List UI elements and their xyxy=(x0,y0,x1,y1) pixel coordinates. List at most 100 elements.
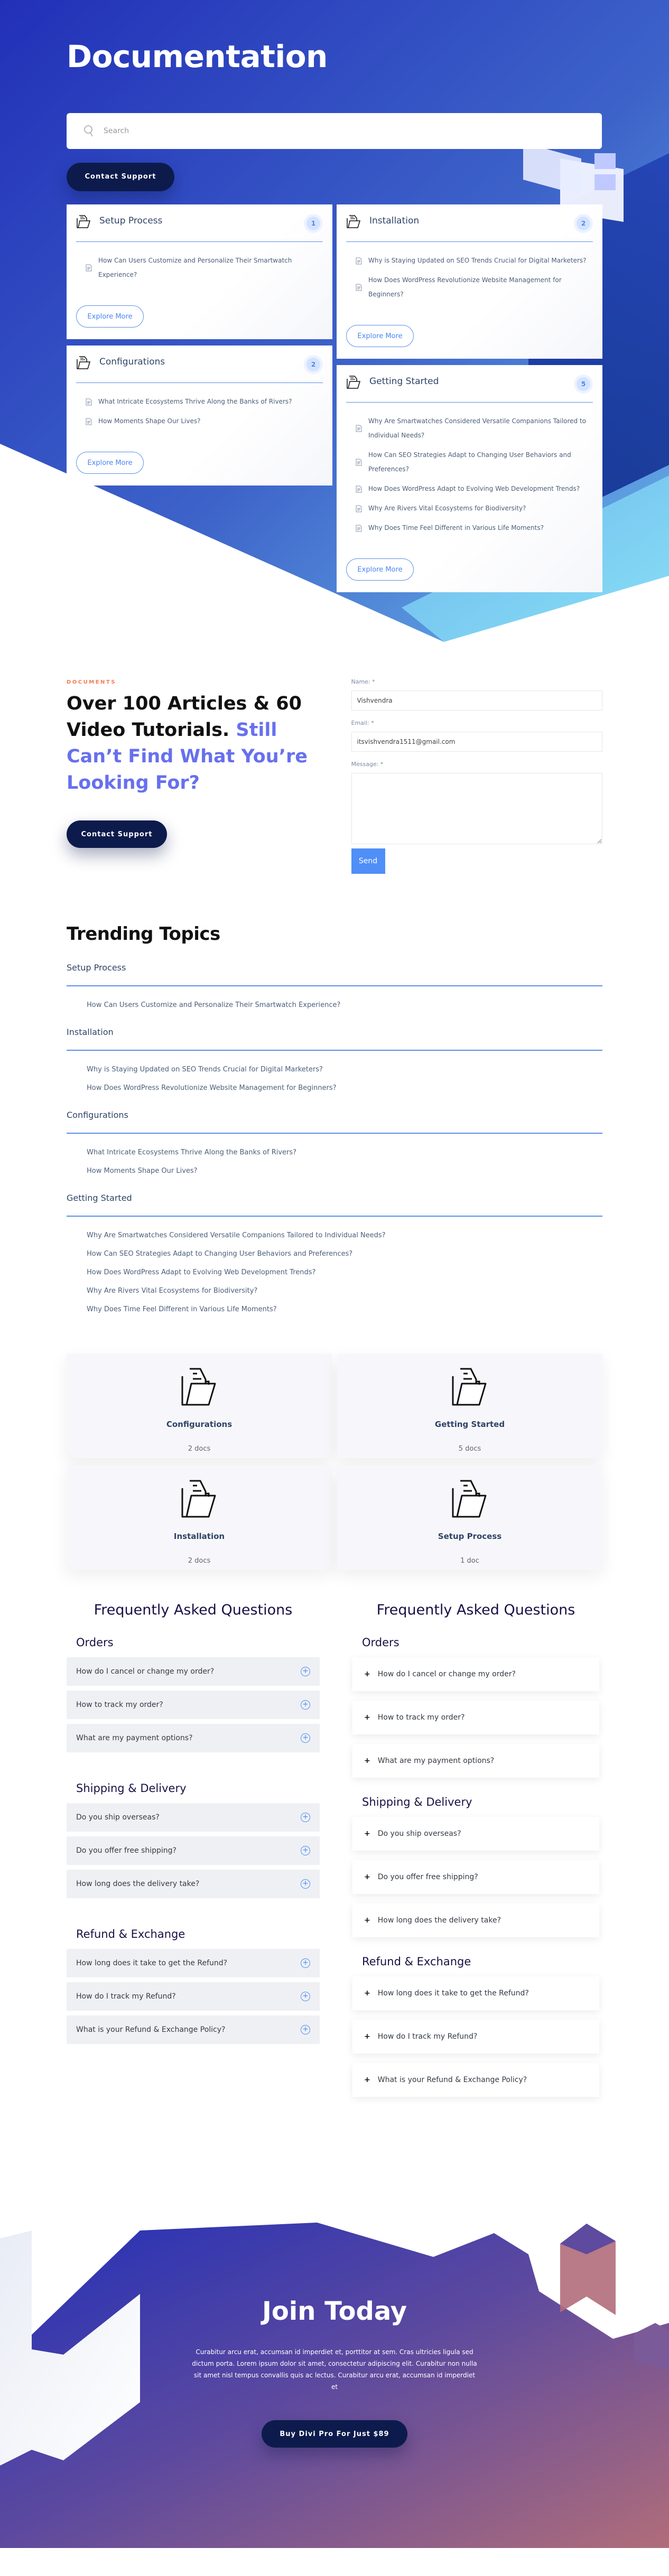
faq-toggle[interactable]: Do you ship overseas? + xyxy=(67,1803,320,1832)
section-eyebrow: DOCUMENTS xyxy=(67,679,116,685)
contact-support-button[interactable]: Contact Support xyxy=(67,162,174,191)
search-input[interactable] xyxy=(104,126,570,135)
divider xyxy=(76,241,323,242)
trending-category[interactable]: Configurations xyxy=(67,1105,602,1120)
article-link[interactable]: Why Does Time Feel Different in Various … xyxy=(368,521,544,535)
article-link[interactable]: Why Are Smartwatches Considered Versatil… xyxy=(368,414,593,443)
article-count-badge: 1 xyxy=(304,214,323,233)
explore-more-button[interactable]: Explore More xyxy=(76,452,144,474)
plus-circle-icon[interactable]: + xyxy=(301,1667,310,1676)
article-link[interactable]: Why Does Time Feel Different in Various … xyxy=(87,1305,277,1313)
plus-circle-icon[interactable]: + xyxy=(301,1700,310,1710)
article-link[interactable]: How Can Users Customize and Personalize … xyxy=(87,1001,340,1009)
faq-accordion-item[interactable]: + How long does the delivery take? xyxy=(352,1903,599,1937)
faq-question: How to track my order? xyxy=(377,1713,465,1722)
faq-toggle[interactable]: What are my payment options? + xyxy=(67,1724,320,1752)
document-icon xyxy=(356,425,362,432)
explore-more-button[interactable]: Explore More xyxy=(346,558,414,581)
article-list-item: How Does WordPress Adapt to Evolving Web… xyxy=(356,482,593,496)
faq-title: Frequently Asked Questions xyxy=(376,1602,575,1618)
article-link[interactable]: Why is Staying Updated on SEO Trends Cru… xyxy=(87,1066,323,1074)
article-link[interactable]: How Can SEO Strategies Adapt to Changing… xyxy=(368,448,593,477)
faq-toggle[interactable]: How do I track my Refund? + xyxy=(67,1982,320,2011)
category-tile[interactable]: Configurations 2 docs xyxy=(67,1354,332,1458)
faq-toggle[interactable]: How to track my order? + xyxy=(67,1691,320,1719)
article-link[interactable]: Why is Staying Updated on SEO Trends Cru… xyxy=(368,254,587,268)
document-icon xyxy=(356,525,362,531)
faq-accordion-item[interactable]: + How do I cancel or change my order? xyxy=(352,1657,599,1691)
faq-toggle[interactable]: How long does the delivery take? + xyxy=(67,1870,320,1898)
faq-accordion-item[interactable]: + Do you offer free shipping? xyxy=(352,1860,599,1894)
faq-question: How do I track my Refund? xyxy=(76,1992,176,2001)
plus-circle-icon[interactable]: + xyxy=(301,1958,310,1968)
article-link[interactable]: What Intricate Ecosystems Thrive Along t… xyxy=(98,395,292,409)
faq-accordion-item[interactable]: + How to track my order? xyxy=(352,1701,599,1734)
contact-support-button[interactable]: Contact Support xyxy=(67,820,167,848)
article-link[interactable]: How Moments Shape Our Lives? xyxy=(87,1167,198,1175)
article-link[interactable]: How Does WordPress Revolutionize Website… xyxy=(368,273,593,302)
name-field[interactable] xyxy=(351,690,602,711)
trending-category[interactable]: Getting Started xyxy=(67,1188,602,1203)
faq-accordion-item[interactable]: + How long does it take to get the Refund… xyxy=(352,1976,599,2010)
article-link[interactable]: How Does WordPress Revolutionize Website… xyxy=(87,1084,337,1092)
plus-circle-icon[interactable]: + xyxy=(301,1992,310,2001)
trending-article: How Can SEO Strategies Adapt to Changing… xyxy=(87,1248,602,1258)
article-link[interactable]: Why Are Smartwatches Considered Versatil… xyxy=(87,1231,386,1239)
trending-article: Why Does Time Feel Different in Various … xyxy=(87,1303,602,1313)
article-link[interactable]: How Can Users Customize and Personalize … xyxy=(98,254,323,282)
article-list-item: How Does WordPress Revolutionize Website… xyxy=(356,273,593,302)
card-title[interactable]: Getting Started xyxy=(369,376,439,387)
folder-icon xyxy=(452,1480,487,1518)
buy-divi-pro-button[interactable]: Buy Divi Pro For Just $89 xyxy=(262,2420,407,2448)
category-tile[interactable]: Getting Started 5 docs xyxy=(337,1354,602,1458)
faq-question: How do I cancel or change my order? xyxy=(377,1670,516,1678)
doc-category-card: Installation 2 Why is Staying Updated on… xyxy=(337,204,602,359)
trending-category[interactable]: Installation xyxy=(67,1022,602,1037)
category-tile[interactable]: Setup Process 1 doc xyxy=(337,1466,602,1570)
article-link[interactable]: Why Are Rivers Vital Ecosystems for Biod… xyxy=(87,1287,257,1295)
plus-icon: + xyxy=(364,2032,370,2041)
article-link[interactable]: What Intricate Ecosystems Thrive Along t… xyxy=(87,1149,296,1156)
plus-circle-icon[interactable]: + xyxy=(301,1733,310,1743)
article-link[interactable]: Why Are Rivers Vital Ecosystems for Biod… xyxy=(368,501,526,516)
message-field[interactable] xyxy=(351,773,602,844)
card-title[interactable]: Setup Process xyxy=(99,216,162,226)
faq-toggle[interactable]: What is your Refund & Exchange Policy? + xyxy=(67,2015,320,2044)
send-button[interactable]: Send xyxy=(351,848,385,874)
faq-accordion-item[interactable]: + Do you ship overseas? xyxy=(352,1817,599,1851)
article-link[interactable]: How Does WordPress Adapt to Evolving Web… xyxy=(368,482,580,496)
faq-toggle[interactable]: Do you offer free shipping? + xyxy=(67,1836,320,1865)
plus-icon: + xyxy=(364,1873,370,1881)
card-title[interactable]: Configurations xyxy=(99,357,165,367)
faq-toggle[interactable]: How long does it take to get the Refund?… xyxy=(67,1949,320,1977)
divider xyxy=(67,985,602,986)
faq-accordion-item[interactable]: + How do I track my Refund? xyxy=(352,2020,599,2054)
explore-more-button[interactable]: Explore More xyxy=(76,305,144,328)
faq-accordion-item[interactable]: + What is your Refund & Exchange Policy? xyxy=(352,2063,599,2097)
document-icon xyxy=(356,459,362,466)
document-icon xyxy=(86,418,92,425)
faq-toggle[interactable]: How do I cancel or change my order? + xyxy=(67,1657,320,1686)
trending-article-list: What Intricate Ecosystems Thrive Along t… xyxy=(67,1146,602,1175)
article-list-item: What Intricate Ecosystems Thrive Along t… xyxy=(86,395,323,409)
article-link[interactable]: How Can SEO Strategies Adapt to Changing… xyxy=(87,1250,352,1258)
email-field[interactable] xyxy=(351,732,602,752)
faq-accordion-item[interactable]: + What are my payment options? xyxy=(352,1744,599,1778)
trending-category[interactable]: Setup Process xyxy=(67,957,602,973)
faq-question: Do you ship overseas? xyxy=(76,1813,160,1822)
hero-section: Documentation Contact Support Setup Proc… xyxy=(0,0,669,655)
plus-circle-icon[interactable]: + xyxy=(301,1846,310,1855)
category-tile[interactable]: Installation 2 docs xyxy=(67,1466,332,1570)
plus-circle-icon[interactable]: + xyxy=(301,1813,310,1822)
tile-title: Setup Process xyxy=(438,1532,502,1541)
faq-question: How to track my order? xyxy=(76,1701,163,1709)
plus-circle-icon[interactable]: + xyxy=(301,1879,310,1889)
doc-cards-right-column: Installation 2 Why is Staying Updated on… xyxy=(337,204,602,599)
card-title[interactable]: Installation xyxy=(369,216,419,226)
document-icon xyxy=(356,284,362,291)
explore-more-button[interactable]: Explore More xyxy=(346,325,414,347)
article-link[interactable]: How Does WordPress Adapt to Evolving Web… xyxy=(87,1268,315,1276)
plus-circle-icon[interactable]: + xyxy=(301,2025,310,2034)
article-link[interactable]: How Moments Shape Our Lives? xyxy=(98,414,200,428)
search-bar[interactable] xyxy=(67,113,602,149)
